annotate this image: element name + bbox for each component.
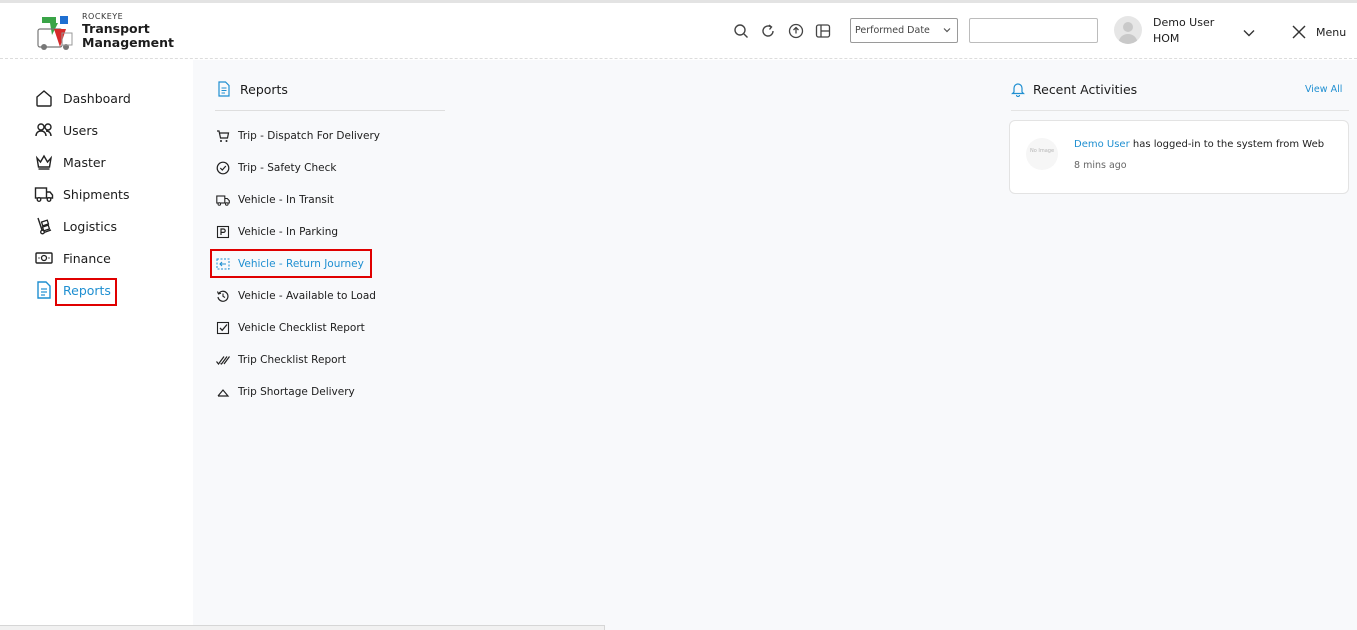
activities-header: Recent Activities <box>1011 81 1137 97</box>
report-label: Vehicle - In Parking <box>238 226 339 238</box>
truck-icon <box>34 187 54 202</box>
menu-button[interactable]: Menu <box>1316 26 1346 39</box>
reports-title: Reports <box>240 81 288 97</box>
activity-text: Demo User has logged-in to the system fr… <box>1074 139 1324 150</box>
top-header: ROCKEYE Transport Management Performed D… <box>0 3 1357 59</box>
report-vehicle-in-parking[interactable]: Vehicle - In Parking <box>216 223 338 241</box>
sidebar-item-master[interactable]: Master <box>34 151 106 173</box>
brand-logo <box>36 15 76 51</box>
sidebar-item-label: Shipments <box>63 186 130 202</box>
check-circle-icon <box>216 161 230 175</box>
sidebar-item-label: Users <box>63 122 99 138</box>
avatar[interactable] <box>1114 16 1142 44</box>
date-filter-select[interactable]: Performed Date <box>850 18 958 43</box>
sidebar-item-label: Finance <box>63 250 111 266</box>
crown-icon <box>35 154 53 170</box>
sidebar-item-dashboard[interactable]: Dashboard <box>34 87 131 109</box>
search-icon[interactable] <box>733 23 749 39</box>
activity-avatar-placeholder: No Image <box>1026 138 1058 170</box>
report-label: Trip Shortage Delivery <box>238 386 355 398</box>
sidebar-item-finance[interactable]: Finance <box>34 247 111 269</box>
money-icon <box>35 252 53 264</box>
report-label: Trip Checklist Report <box>238 354 346 366</box>
document-icon <box>218 81 230 97</box>
brand-line2: Management <box>82 34 175 50</box>
date-input[interactable] <box>969 18 1098 43</box>
activities-divider <box>1011 110 1349 111</box>
parking-icon <box>216 225 230 239</box>
triangle-icon <box>217 389 230 397</box>
report-vehicle-available-to-load[interactable]: Vehicle - Available to Load <box>216 287 376 305</box>
report-trip-shortage-delivery[interactable]: Trip Shortage Delivery <box>216 383 355 401</box>
sidebar-item-label: Master <box>63 154 106 170</box>
bell-icon <box>1011 83 1025 97</box>
double-check-icon <box>216 356 230 365</box>
return-journey-highlight-box <box>210 249 372 278</box>
main-content: Reports Trip - Dispatch For Delivery Tri… <box>193 60 1357 630</box>
activity-card: No Image Demo User has logged-in to the … <box>1009 120 1349 194</box>
user-org: HOM <box>1153 32 1180 45</box>
reports-header: Reports <box>217 81 288 97</box>
cart-icon <box>217 130 230 142</box>
date-filter-value: Performed Date <box>855 25 930 36</box>
sidebar-item-logistics[interactable]: Logistics <box>34 215 117 237</box>
sidebar-item-users[interactable]: Users <box>34 119 98 141</box>
report-vehicle-checklist[interactable]: Vehicle Checklist Report <box>216 319 365 337</box>
document-icon <box>37 281 51 299</box>
report-label: Trip - Dispatch For Delivery <box>238 130 381 142</box>
home-icon <box>36 90 52 107</box>
sidebar-item-label: Logistics <box>63 218 118 234</box>
chevron-down-icon <box>943 28 951 33</box>
layout-icon[interactable] <box>815 23 831 39</box>
sidebar: Dashboard Users Master Shipments Logisti… <box>0 60 193 630</box>
report-label: Vehicle Checklist Report <box>238 322 365 334</box>
sidebar-item-label: Dashboard <box>63 90 131 106</box>
report-vehicle-in-transit[interactable]: Vehicle - In Transit <box>216 191 334 209</box>
report-label: Trip - Safety Check <box>238 162 337 174</box>
hand-truck-icon <box>37 217 52 235</box>
report-trip-checklist[interactable]: Trip Checklist Report <box>216 351 346 369</box>
upload-icon[interactable] <box>788 23 804 39</box>
activities-title: Recent Activities <box>1033 81 1138 97</box>
view-all-link[interactable]: View All <box>1305 84 1342 95</box>
reports-divider <box>215 110 445 111</box>
sidebar-item-shipments[interactable]: Shipments <box>34 183 129 205</box>
history-icon <box>216 290 229 302</box>
brand-line1: Transport <box>82 20 150 36</box>
horizontal-scrollbar[interactable] <box>0 625 605 630</box>
refresh-icon[interactable] <box>760 23 776 39</box>
report-label: Vehicle - Available to Load <box>238 290 376 302</box>
user-name: Demo User <box>1153 16 1215 29</box>
brand-name: ROCKEYE Transport Management <box>82 12 175 50</box>
report-trip-safety-check[interactable]: Trip - Safety Check <box>216 159 336 177</box>
reports-highlight-box <box>55 278 117 306</box>
truck-icon <box>216 195 230 206</box>
close-icon[interactable] <box>1292 24 1306 39</box>
report-trip-dispatch[interactable]: Trip - Dispatch For Delivery <box>216 127 380 145</box>
activity-time: 8 mins ago <box>1074 160 1127 171</box>
checkbox-icon <box>216 321 230 335</box>
activity-message: has logged-in to the system from Web <box>1129 139 1325 150</box>
user-menu-chevron-icon[interactable] <box>1242 25 1256 39</box>
report-label: Vehicle - In Transit <box>238 194 334 206</box>
users-icon <box>35 123 52 137</box>
activity-user-link[interactable]: Demo User <box>1074 139 1130 150</box>
